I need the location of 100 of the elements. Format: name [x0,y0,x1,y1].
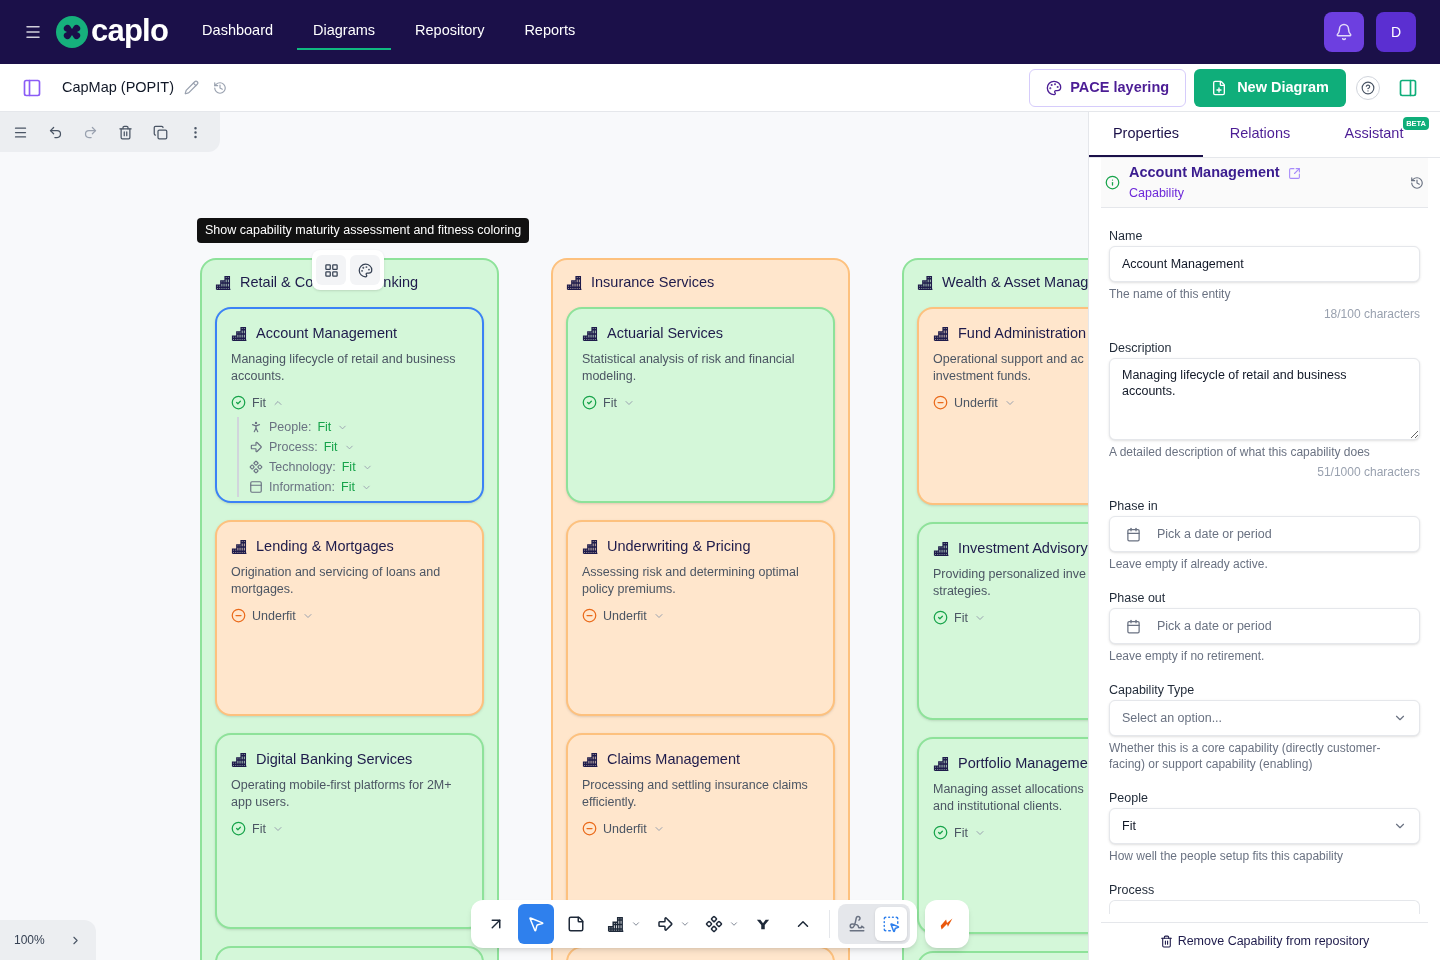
nav-tab[interactable]: Dashboard [186,14,290,50]
date-picker[interactable]: Pick a date or period [1109,516,1420,552]
capability-card[interactable]: Digital Banking Services Operating mobile-first platforms for 2M+ app users. Fit [215,732,484,929]
mode-button[interactable] [875,907,907,941]
entity-name[interactable]: Account Management [1129,162,1280,184]
field-label: Phase out [1109,590,1167,606]
chevron-down-icon [631,919,641,929]
capability-card[interactable]: Lending & Mortgages Origination and servicing of loans and mortgages. Underfit [215,519,484,716]
pointer-icon [527,915,545,933]
capability-card[interactable]: Portfolio Manageme Managing asset allocations and institutional clients. Fit [917,736,1088,934]
undo-icon[interactable] [48,124,63,140]
field-label: People [1109,790,1149,806]
palette-icon [1046,79,1063,96]
card-title: Investment Advisory [958,538,1088,558]
field-label: Description [1109,340,1173,356]
card-title: Digital Banking Services [256,749,413,769]
card-title: Underwriting & Pricing [607,536,751,556]
card-description: Managing lifecycle of retail and business accounts. [231,350,457,385]
text-field[interactable]: Account Management [1109,246,1420,282]
brand-button[interactable] [925,900,969,948]
arrow-icon [656,915,674,933]
remove-button[interactable]: Remove Capability from repository [1159,932,1370,951]
card-description: Operating mobile-first platforms for 2M+ app users. [231,776,453,811]
capability-icon [231,325,248,343]
palette-icon [357,262,373,278]
person-icon [249,420,263,435]
dimension-value: Fit [341,458,356,476]
nav-tab[interactable]: Diagrams [297,14,392,50]
logo-icon [56,16,88,48]
helper-text: Leave empty if already active. [1109,556,1269,572]
nav-tab[interactable]: Repository [399,14,501,50]
nav-tab[interactable]: Reports [508,14,592,50]
capability-card[interactable]: Fund Administration Operational support and ac investment funds. Underfit [917,306,1088,505]
capability-card[interactable]: Actuarial Services Statistical analysis of risk and financial modeling. Fit [566,306,835,503]
group-title: Retail & Co [240,273,314,292]
entity-type: Capability [1129,185,1185,202]
capability-icon [917,274,934,292]
dimension-value: Fit [341,478,355,496]
zoom-level: 100% [14,932,45,949]
sidebar-toggle-icon[interactable] [22,77,42,98]
redo-icon[interactable] [83,124,98,140]
pace-layering-button[interactable]: PACE layering [1029,68,1187,107]
history-icon[interactable] [213,80,227,95]
chevron-down-icon [680,919,690,929]
status-label: Fit [954,609,968,627]
capability-icon [933,540,950,558]
grid-button[interactable] [316,255,346,285]
capability-icon [231,538,248,556]
panel-tab[interactable]: Relations [1203,112,1317,157]
card-title: Fund Administration [958,323,1087,343]
dimension-label: Process: [269,438,318,456]
card-title: Portfolio Manageme [958,753,1088,773]
layout-icon [882,915,900,933]
trash-icon[interactable] [118,124,133,140]
zoom-control[interactable]: 100% [0,920,96,960]
menu-icon[interactable] [24,23,42,41]
select-field[interactable]: Fit [1109,808,1420,844]
status-label: Underfit [603,607,647,625]
card-description: Managing asset allocations and institutional clients. [933,780,1085,815]
dimension-label: Information: [269,478,335,496]
diagram-title: CapMap (POPIT) [62,77,174,97]
menu-icon[interactable] [13,124,28,140]
helper-text: A detailed description of what this capability does [1109,444,1371,460]
status-label: Underfit [954,394,998,412]
external-link-icon[interactable] [1287,166,1301,180]
helper-text: How well the people setup fits this capability [1109,848,1345,864]
card-title: Actuarial Services [607,323,724,343]
history-icon[interactable] [1410,175,1424,190]
status-label: Fit [252,394,266,412]
dimension-value: Fit [317,418,332,436]
field-label: Capability Type [1109,682,1196,698]
copy-icon[interactable] [153,124,168,140]
card-description: Operational support and ac investment funds. [933,350,1085,385]
card-description: Assessing risk and determining optimal policy premiums. [582,563,800,598]
card-description: Statistical analysis of risk and financial modeling. [582,350,796,385]
arrow-icon [249,440,263,455]
notifications-button[interactable] [1324,12,1364,52]
card-title: Lending & Mortgages [256,536,394,556]
select-field[interactable] [1109,900,1420,914]
avatar-button[interactable]: D [1376,12,1416,52]
capability-icon [933,755,950,773]
capability-icon [582,325,599,343]
capability-icon [582,751,599,769]
fork-icon [756,917,770,931]
capability-card[interactable]: Investment Advisory Providing personalized inve strategies. Fit [917,521,1088,720]
select-field[interactable]: Select an option... [1109,700,1420,736]
capability-card[interactable]: Underwriting & Pricing Assessing risk and determining optimal policy premiums. Underfit [566,519,835,716]
capability-group[interactable] [551,258,850,960]
card-description: Processing and settling insurance claims efficiently. [582,776,809,811]
date-picker[interactable]: Pick a date or period [1109,608,1420,644]
group-title: Insurance Services [591,273,715,292]
logo-text: caplo [91,14,169,46]
pencil-icon[interactable] [184,80,199,95]
palette-button[interactable] [350,255,380,285]
panel-toggle-icon[interactable] [1398,77,1418,98]
status-label: Fit [252,820,266,838]
card-title: Claims Management [607,749,740,769]
character-count: 18/100 characters [1323,306,1420,322]
helper-text: Whether this is a core capability (directly customer-facing) or support capability (enabling) [1109,740,1382,772]
text-area[interactable]: Managing lifecycle of retail and business accounts. [1109,358,1420,440]
